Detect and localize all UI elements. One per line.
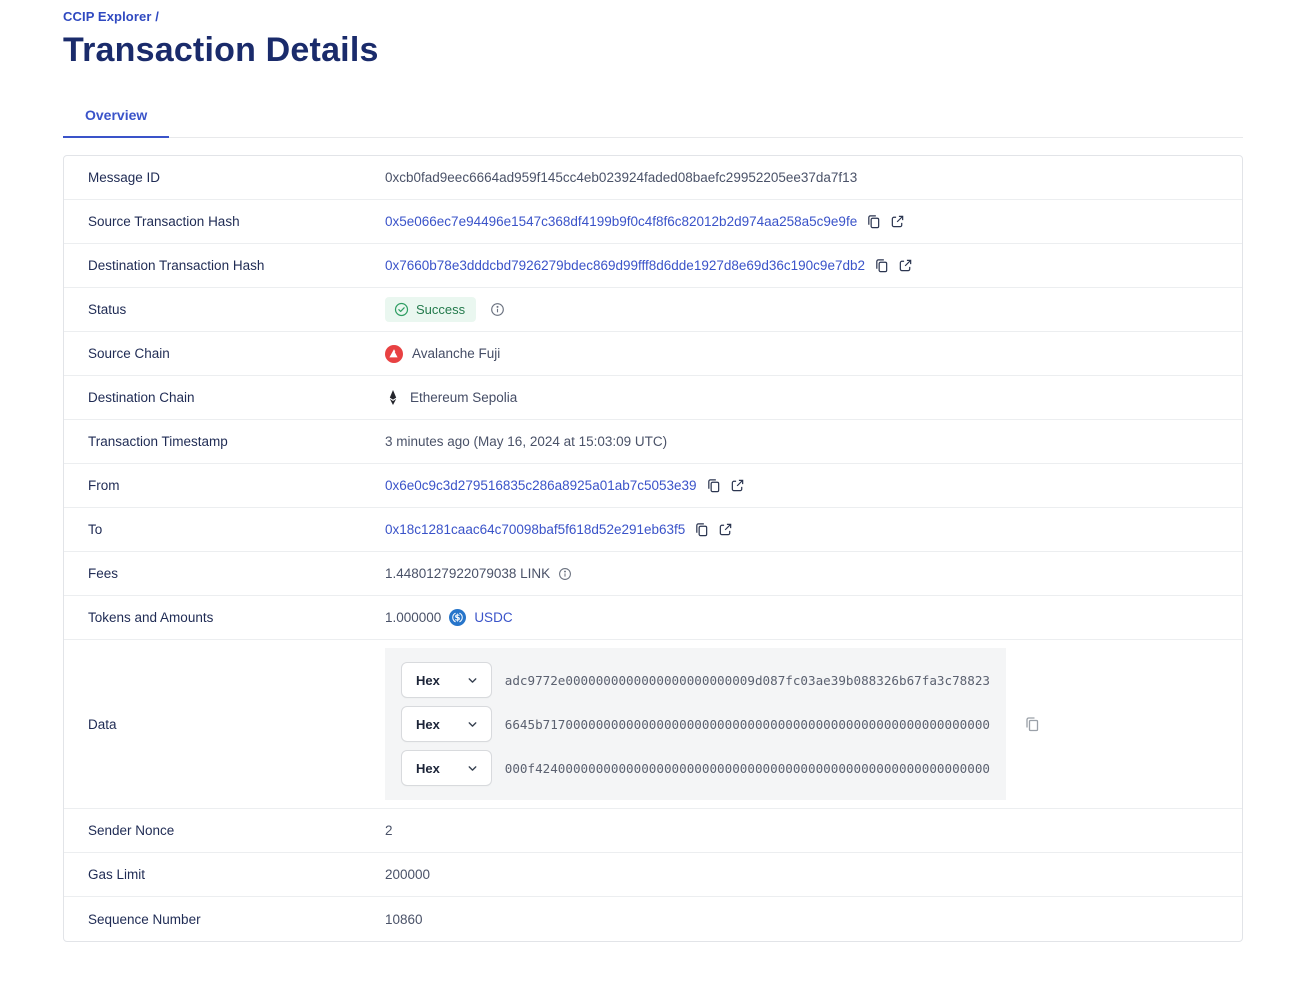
sender-nonce-value: 2 [385, 823, 393, 838]
row-message-id: Message ID 0xcb0fad9eec6664ad959f145cc4e… [64, 156, 1242, 200]
transaction-details-page: CCIP Explorer / Transaction Details Over… [0, 0, 1305, 942]
external-link-icon[interactable] [730, 478, 745, 493]
status-text: Success [416, 302, 465, 317]
chevron-down-icon [466, 718, 479, 731]
avalanche-icon [385, 345, 403, 363]
row-gas-limit: Gas Limit 200000 [64, 853, 1242, 897]
timestamp-value: 3 minutes ago (May 16, 2024 at 15:03:09 … [385, 434, 667, 449]
tab-bar: Overview [63, 107, 1243, 138]
from-label: From [88, 478, 385, 493]
info-icon[interactable] [558, 567, 572, 581]
to-label: To [88, 522, 385, 537]
row-sequence-number: Sequence Number 10860 [64, 897, 1242, 941]
tokens-amounts-label: Tokens and Amounts [88, 610, 385, 625]
gas-limit-label: Gas Limit [88, 867, 385, 882]
dest-chain-name: Ethereum Sepolia [410, 390, 517, 405]
external-link-icon[interactable] [890, 214, 905, 229]
data-hex-line: 6645b71700000000000000000000000000000000… [505, 717, 990, 732]
sequence-number-label: Sequence Number [88, 912, 385, 927]
data-label: Data [88, 717, 385, 732]
row-timestamp: Transaction Timestamp 3 minutes ago (May… [64, 420, 1242, 464]
hex-format-label: Hex [416, 761, 440, 776]
gas-limit-value: 200000 [385, 867, 430, 882]
breadcrumb-separator: / [155, 9, 159, 24]
data-hex-block: Hex adc9772e0000000000000000000000009d08… [385, 648, 1006, 800]
fees-value: 1.4480127922079038 LINK [385, 566, 550, 581]
source-chain-name: Avalanche Fuji [412, 346, 500, 361]
copy-icon[interactable] [874, 258, 889, 273]
token-amount: 1.000000 [385, 610, 441, 625]
tab-overview[interactable]: Overview [63, 107, 169, 138]
hex-format-select[interactable]: Hex [401, 662, 492, 698]
copy-icon[interactable] [694, 522, 709, 537]
status-label: Status [88, 302, 385, 317]
row-dest-chain: Destination Chain Ethereum Sepolia [64, 376, 1242, 420]
row-sender-nonce: Sender Nonce 2 [64, 809, 1242, 853]
copy-icon[interactable] [1024, 716, 1040, 732]
check-circle-icon [394, 302, 409, 317]
row-source-chain: Source Chain Avalanche Fuji [64, 332, 1242, 376]
token-symbol-link[interactable]: USDC [474, 610, 512, 625]
timestamp-label: Transaction Timestamp [88, 434, 385, 449]
breadcrumb: CCIP Explorer / [63, 9, 1243, 24]
message-id-label: Message ID [88, 170, 385, 185]
message-id-value: 0xcb0fad9eec6664ad959f145cc4eb023924fade… [385, 170, 857, 185]
source-tx-hash-label: Source Transaction Hash [88, 214, 385, 229]
row-dest-tx-hash: Destination Transaction Hash 0x7660b78e3… [64, 244, 1242, 288]
row-from: From 0x6e0c9c3d279516835c286a8925a01ab7c… [64, 464, 1242, 508]
data-hex-line: adc9772e0000000000000000000000009d087fc0… [505, 673, 990, 688]
usdc-icon: $ [449, 609, 466, 626]
data-line: Hex 000f42400000000000000000000000000000… [401, 750, 990, 786]
svg-text:$: $ [455, 614, 461, 624]
info-icon[interactable] [490, 302, 505, 317]
source-tx-hash-link[interactable]: 0x5e066ec7e94496e1547c368df4199b9f0c4f8f… [385, 214, 857, 229]
row-source-tx-hash: Source Transaction Hash 0x5e066ec7e94496… [64, 200, 1242, 244]
row-tokens-amounts: Tokens and Amounts 1.000000 $ USDC [64, 596, 1242, 640]
fees-label: Fees [88, 566, 385, 581]
dest-tx-hash-label: Destination Transaction Hash [88, 258, 385, 273]
breadcrumb-ccip-explorer-link[interactable]: CCIP Explorer [63, 9, 151, 24]
transaction-details-card: Message ID 0xcb0fad9eec6664ad959f145cc4e… [63, 155, 1243, 942]
to-address-link[interactable]: 0x18c1281caac64c70098baf5f618d52e291eb63… [385, 522, 685, 537]
copy-icon[interactable] [866, 214, 881, 229]
data-line: Hex adc9772e0000000000000000000000009d08… [401, 662, 990, 698]
external-link-icon[interactable] [718, 522, 733, 537]
dest-tx-hash-link[interactable]: 0x7660b78e3dddcbd7926279bdec869d99fff8d6… [385, 258, 865, 273]
copy-icon[interactable] [706, 478, 721, 493]
sequence-number-value: 10860 [385, 912, 423, 927]
row-to: To 0x18c1281caac64c70098baf5f618d52e291e… [64, 508, 1242, 552]
chevron-down-icon [466, 674, 479, 687]
data-line: Hex 6645b7170000000000000000000000000000… [401, 706, 990, 742]
ethereum-icon [385, 389, 401, 406]
hex-format-label: Hex [416, 673, 440, 688]
data-hex-line: 000f424000000000000000000000000000000000… [505, 761, 990, 776]
chevron-down-icon [466, 762, 479, 775]
from-address-link[interactable]: 0x6e0c9c3d279516835c286a8925a01ab7c5053e… [385, 478, 697, 493]
row-status: Status Success [64, 288, 1242, 332]
status-badge: Success [385, 297, 476, 322]
hex-format-select[interactable]: Hex [401, 706, 492, 742]
hex-format-label: Hex [416, 717, 440, 732]
external-link-icon[interactable] [898, 258, 913, 273]
page-title: Transaction Details [63, 31, 1243, 70]
row-data: Data Hex adc9772e00000000000000000000000… [64, 640, 1242, 809]
dest-chain-label: Destination Chain [88, 390, 385, 405]
row-fees: Fees 1.4480127922079038 LINK [64, 552, 1242, 596]
sender-nonce-label: Sender Nonce [88, 823, 385, 838]
source-chain-label: Source Chain [88, 346, 385, 361]
hex-format-select[interactable]: Hex [401, 750, 492, 786]
